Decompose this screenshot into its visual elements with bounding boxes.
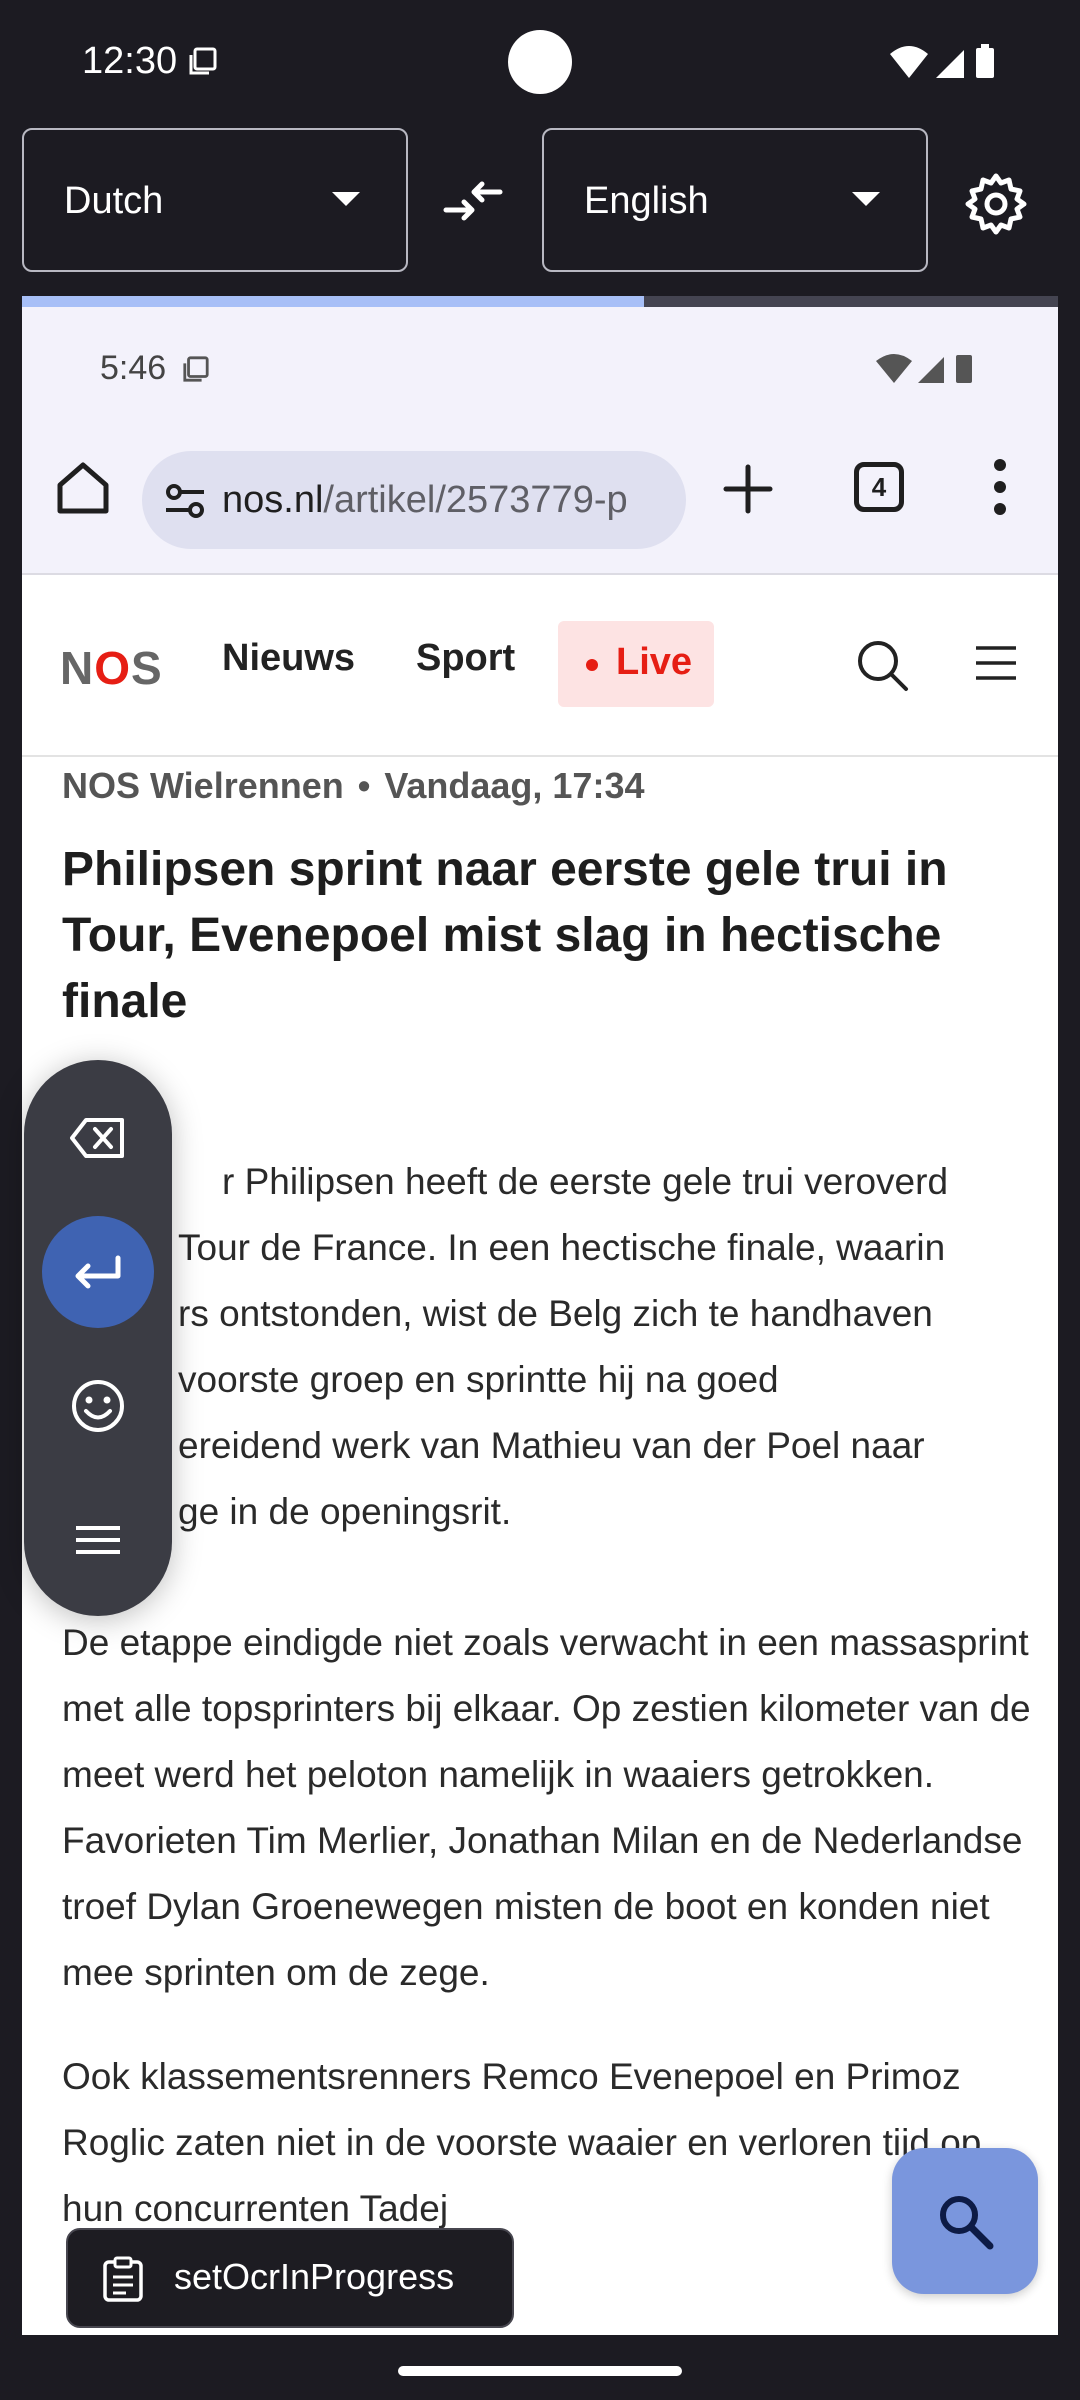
screenshot-notification-icon [183,356,209,382]
progress-fill [22,296,644,307]
url-path: /artikel/2573779-p [323,479,628,521]
ocr-status-toast: setOcrInProgress [66,2228,514,2328]
logo-letter-s: S [131,642,163,694]
byline-separator: • [357,765,371,806]
settings-gear-icon[interactable] [962,170,1030,238]
menu-icon [76,1526,120,1554]
navigation-gesture-bar[interactable] [398,2366,682,2376]
live-label: Live [616,641,693,683]
article-date: Vandaag, 17:34 [384,765,645,806]
emoji-icon [72,1380,124,1432]
dropdown-caret-icon [852,192,880,206]
article-paragraph-2: De etappe eindigde niet zoals verwacht i… [62,1622,1031,1993]
camera-cutout [508,30,572,94]
article-byline: NOS Wielrennen • Vandaag, 17:34 [62,765,644,807]
nav-live-button[interactable]: Live [558,621,714,707]
dropdown-caret-icon [332,192,360,206]
wifi-icon [890,46,928,78]
enter-icon [75,1255,121,1289]
logo-letter-o: O [94,642,132,694]
article-source: NOS Wielrennen [62,765,344,806]
target-language-select[interactable]: English [542,128,928,272]
paragraph-line: voorste groep en sprintte hij na goed [178,1359,779,1400]
site-search-icon[interactable] [854,637,910,693]
url-host: nos.nl [222,479,324,521]
browser-chrome: 5:46 nos.nl/artikel/2573779-p 4 [22,307,1058,575]
source-language-select[interactable]: Dutch [22,128,408,272]
paragraph-line: ereidend werk van Mathieu van der Poel n… [178,1425,925,1466]
swap-languages-icon[interactable] [442,170,504,232]
status-bar: 12:30 [0,0,1080,120]
keyboard-menu-button[interactable] [42,1484,154,1596]
nav-news-link[interactable]: Nieuws [222,637,355,680]
paragraph-line: Tour de France. In een hectische finale,… [178,1227,946,1268]
logo-letter-n: N [60,642,95,694]
source-language-label: Dutch [64,180,164,222]
floating-keyboard-toolbar [24,1060,172,1616]
wifi-icon [876,354,912,383]
article-title: Philipsen sprint naar eerste gele trui i… [62,843,948,1028]
nav-sport-link[interactable]: Sport [416,637,515,680]
site-settings-icon[interactable] [164,483,206,519]
home-icon[interactable] [52,457,114,519]
url-text: nos.nl/artikel/2573779-p [222,479,670,522]
enter-button[interactable] [42,1216,154,1328]
screenshot-notification-icon [189,47,217,75]
translation-progress-bar [22,296,1058,307]
captured-screen: 5:46 nos.nl/artikel/2573779-p 4 NOS Nieu… [22,307,1058,2335]
inner-status-time: 5:46 [100,349,167,387]
signal-icon [936,50,964,78]
paragraph-line: rs ontstonden, wist de Belg zich te hand… [178,1293,933,1334]
site-header: NOS Nieuws Sport Live [22,575,1058,757]
tab-switcher-button[interactable]: 4 [854,462,904,512]
signal-icon [918,357,944,383]
new-tab-plus-icon[interactable] [722,463,774,515]
address-bar[interactable]: nos.nl/artikel/2573779-p [142,451,686,549]
translate-search-fab[interactable] [892,2148,1038,2294]
system-status-icons [890,44,994,78]
status-time: 12:30 [82,40,178,82]
search-icon [940,2196,994,2250]
target-language-label: English [584,180,709,222]
backspace-button[interactable] [42,1082,154,1194]
site-menu-icon[interactable] [974,645,1018,681]
inner-status-icons [876,354,972,383]
more-options-icon[interactable] [990,457,1010,517]
live-dot-icon [586,659,598,671]
backspace-icon [70,1118,124,1158]
paragraph-line: ge in de openingsrit. [178,1491,512,1532]
paragraph-line: r Philipsen heeft de eerste gele trui ve… [222,1161,949,1202]
battery-icon [956,355,972,383]
nos-logo[interactable]: NOS [60,641,163,695]
battery-icon [976,48,994,78]
clipboard-icon [103,2256,143,2302]
emoji-button[interactable] [42,1350,154,1462]
toast-label: setOcrInProgress [174,2256,455,2297]
article-paragraph-1: r Philipsen heeft de eerste gele trui ve… [62,1149,1052,1545]
